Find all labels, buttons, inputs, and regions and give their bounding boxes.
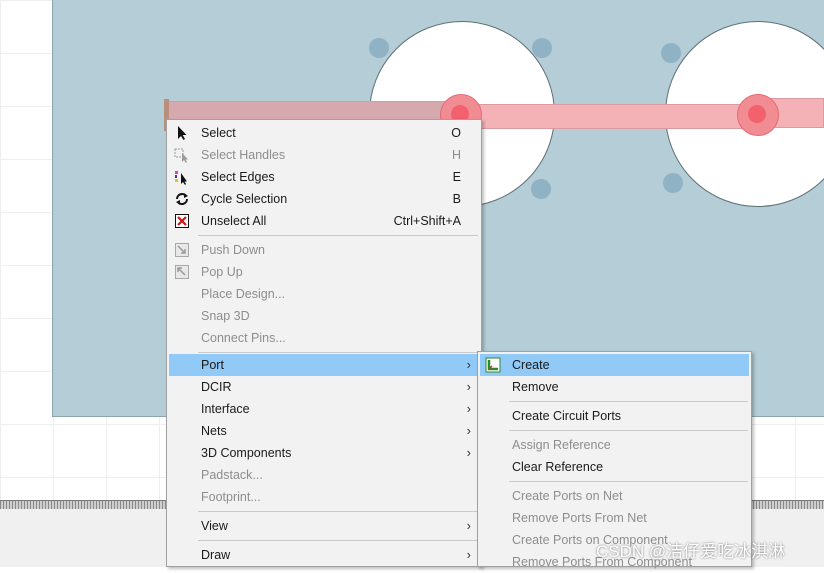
menu-item-label: Draw: [201, 548, 231, 562]
submenu-item-create-circuit-ports[interactable]: Create Circuit Ports: [480, 405, 749, 427]
menu-item-label: Pop Up: [201, 265, 243, 279]
menu-item-label: Cycle Selection: [201, 192, 288, 206]
chevron-right-icon: ›: [466, 423, 471, 438]
menu-item-label: Snap 3D: [201, 309, 250, 323]
menu-item-label: DCIR: [201, 380, 232, 394]
cursor-arrow-icon: [178, 126, 187, 140]
chevron-right-icon: ›: [466, 401, 471, 416]
menu-item-shortcut: Ctrl+Shift+A: [393, 214, 461, 228]
via[interactable]: [661, 43, 681, 63]
menu-item-nets[interactable]: Nets ›: [169, 420, 479, 442]
push-down-icon: [175, 243, 189, 257]
submenu-item-assign-reference[interactable]: Assign Reference: [480, 434, 749, 456]
submenu-item-clear-reference[interactable]: Clear Reference: [480, 456, 749, 478]
via[interactable]: [663, 173, 683, 193]
menu-item-label: Nets: [201, 424, 227, 438]
menu-item-shortcut: H: [451, 148, 461, 162]
menu-item-connect-pins[interactable]: Connect Pins...: [169, 327, 479, 349]
menu-separator: [198, 540, 478, 541]
menu-item-footprint[interactable]: Footprint...: [169, 486, 479, 508]
menu-item-view[interactable]: View ›: [169, 515, 479, 537]
via[interactable]: [369, 38, 389, 58]
menu-item-cycle-selection[interactable]: Cycle Selection B: [169, 188, 479, 210]
chevron-right-icon: ›: [466, 379, 471, 394]
menu-item-label: Select Handles: [201, 148, 286, 162]
menu-item-label: Clear Reference: [512, 460, 604, 474]
menu-separator: [509, 401, 748, 402]
menu-item-label: Select: [201, 126, 236, 140]
menu-item-place-design[interactable]: Place Design...: [169, 283, 479, 305]
menu-item-label: 3D Components: [201, 446, 292, 460]
trace-segment[interactable]: [462, 104, 762, 129]
menu-item-select-edges[interactable]: Select Edges E: [169, 166, 479, 188]
chevron-right-icon: ›: [466, 547, 471, 562]
port-submenu: Create Remove Create Circuit Ports Assig…: [477, 351, 752, 569]
submenu-item-create-ports-on-net[interactable]: Create Ports on Net: [480, 485, 749, 507]
via[interactable]: [532, 38, 552, 58]
context-menu: Select O Select Handles H Select Edges E…: [166, 119, 482, 567]
watermark-text: CSDN @洁仔爱吃冰淇淋: [596, 542, 786, 561]
chevron-right-icon: ›: [466, 445, 471, 460]
menu-item-label: Select Edges: [201, 170, 275, 184]
select-edges-icon: [175, 171, 187, 185]
menu-item-label: Create Ports on Net: [512, 489, 623, 503]
menu-separator: [198, 352, 478, 353]
cycle-icon: [176, 193, 188, 205]
menu-item-port[interactable]: Port ›: [169, 354, 479, 376]
menu-item-dcir[interactable]: DCIR ›: [169, 376, 479, 398]
menu-separator: [509, 430, 748, 431]
create-port-icon: [485, 357, 501, 373]
menu-separator: [198, 511, 478, 512]
menu-item-label: Footprint...: [201, 490, 261, 504]
menu-separator: [198, 235, 478, 236]
menu-item-label: Padstack...: [201, 468, 263, 482]
menu-item-padstack[interactable]: Padstack...: [169, 464, 479, 486]
menu-item-snap-3d[interactable]: Snap 3D: [169, 305, 479, 327]
menu-item-label: View: [201, 519, 228, 533]
chevron-right-icon: ›: [466, 357, 471, 372]
menu-item-label: Interface: [201, 402, 250, 416]
unselect-icon: [175, 214, 189, 228]
menu-item-interface[interactable]: Interface ›: [169, 398, 479, 420]
select-handles-icon: [174, 148, 188, 163]
menu-item-select[interactable]: Select O: [169, 122, 479, 144]
menu-item-label: Connect Pins...: [201, 331, 286, 345]
menu-item-shortcut: E: [452, 170, 461, 184]
menu-item-push-down[interactable]: Push Down: [169, 239, 479, 261]
menu-item-select-handles[interactable]: Select Handles H: [169, 144, 479, 166]
chevron-right-icon: ›: [466, 518, 471, 533]
menu-item-label: Place Design...: [201, 287, 286, 301]
menu-item-label: Port: [201, 358, 224, 372]
menu-item-shortcut: O: [451, 126, 461, 140]
menu-item-3d-components[interactable]: 3D Components ›: [169, 442, 479, 464]
menu-item-unselect-all[interactable]: Unselect All Ctrl+Shift+A: [169, 210, 479, 232]
menu-item-pop-up[interactable]: Pop Up: [169, 261, 479, 283]
pad-center: [748, 105, 766, 123]
submenu-item-create[interactable]: Create: [480, 354, 749, 376]
menu-item-label: Push Down: [201, 243, 265, 257]
menu-separator: [509, 481, 748, 482]
menu-item-shortcut: B: [452, 192, 461, 206]
menu-item-label: Create: [512, 358, 550, 372]
menu-item-draw[interactable]: Draw ›: [169, 544, 479, 566]
via[interactable]: [531, 179, 551, 199]
menu-item-label: Remove Ports From Net: [512, 511, 647, 525]
menu-item-label: Create Circuit Ports: [512, 409, 622, 423]
menu-item-label: Assign Reference: [512, 438, 611, 452]
submenu-item-remove[interactable]: Remove: [480, 376, 749, 398]
submenu-item-remove-ports-from-net[interactable]: Remove Ports From Net: [480, 507, 749, 529]
pop-up-icon: [175, 265, 189, 279]
menu-item-label: Remove: [512, 380, 559, 394]
menu-item-label: Unselect All: [201, 214, 267, 228]
